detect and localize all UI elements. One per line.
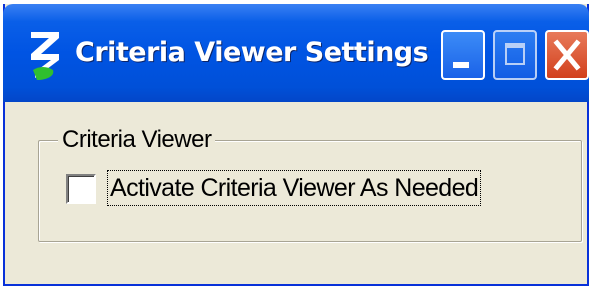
bentley-b-icon bbox=[31, 32, 59, 80]
activate-criteria-viewer-checkbox[interactable] bbox=[66, 174, 96, 204]
title-bar[interactable]: Criteria Viewer Settings bbox=[3, 4, 589, 102]
close-icon bbox=[553, 39, 581, 71]
minimize-icon bbox=[453, 62, 469, 68]
activate-criteria-viewer-label[interactable]: Activate Criteria Viewer As Needed bbox=[107, 170, 482, 206]
maximize-button[interactable] bbox=[493, 30, 537, 80]
maximize-icon bbox=[505, 43, 525, 65]
minimize-button[interactable] bbox=[441, 30, 485, 80]
window-title: Criteria Viewer Settings bbox=[75, 37, 429, 68]
close-button[interactable] bbox=[545, 30, 589, 80]
groupbox-legend: Criteria Viewer bbox=[58, 126, 216, 154]
